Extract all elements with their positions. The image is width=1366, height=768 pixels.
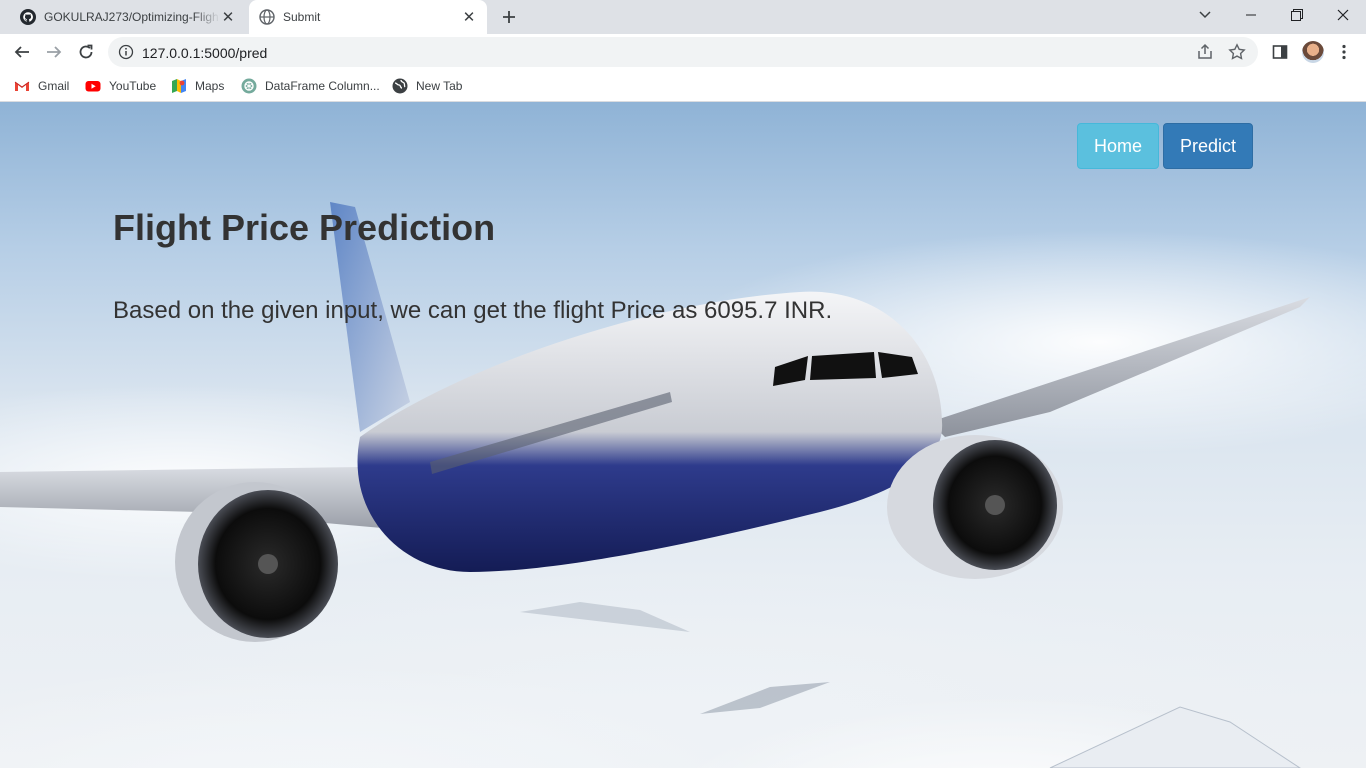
tab-title: GOKULRAJ273/Optimizing-Flight-Price-Pred… xyxy=(44,10,220,24)
close-tab-icon[interactable]: ✕ xyxy=(461,9,477,26)
chevron-down-icon xyxy=(1199,11,1211,19)
airplane-background-image xyxy=(0,202,1310,768)
bookmark-youtube[interactable]: YouTube xyxy=(85,76,156,96)
close-icon xyxy=(1337,9,1349,21)
maps-icon xyxy=(172,79,186,93)
share-icon[interactable] xyxy=(1196,43,1214,61)
page-viewport: Home Predict Flight Price Prediction Bas… xyxy=(0,102,1366,768)
side-panel-icon xyxy=(1272,45,1288,59)
bookmark-label: New Tab xyxy=(416,79,463,93)
youtube-icon xyxy=(85,81,101,92)
openai-icon xyxy=(241,78,257,94)
url-text[interactable]: 127.0.0.1:5000/pred xyxy=(142,45,267,61)
bookmark-maps[interactable]: Maps xyxy=(171,76,224,96)
bookmark-dataframe[interactable]: DataFrame Column... xyxy=(241,76,380,96)
tab-submit[interactable]: Submit ✕ xyxy=(249,0,487,34)
star-icon[interactable] xyxy=(1228,43,1246,61)
bookmark-gmail[interactable]: Gmail xyxy=(14,76,69,96)
back-button[interactable] xyxy=(8,38,36,66)
tab-github[interactable]: GOKULRAJ273/Optimizing-Flight-Price-Pred… xyxy=(8,0,246,34)
gmail-icon xyxy=(14,81,30,91)
side-panel-button[interactable] xyxy=(1266,38,1294,66)
restore-button[interactable] xyxy=(1274,0,1320,30)
reload-button[interactable] xyxy=(72,38,100,66)
forward-button[interactable] xyxy=(40,38,68,66)
bookmark-label: Maps xyxy=(195,79,225,93)
bookmark-label: YouTube xyxy=(109,79,157,93)
prediction-result-text: Based on the given input, we can get the… xyxy=(113,297,833,324)
globe-icon xyxy=(392,78,408,94)
arrow-left-icon xyxy=(14,46,29,58)
close-tab-icon[interactable]: ✕ xyxy=(220,9,236,26)
kebab-menu-icon xyxy=(1342,44,1346,60)
address-bar[interactable]: 127.0.0.1:5000/pred xyxy=(108,37,1258,67)
bookmark-label: Gmail xyxy=(38,79,70,93)
close-window-button[interactable] xyxy=(1320,0,1366,30)
bookmarks-bar: Gmail YouTube Maps DataFrame Column... N… xyxy=(0,70,1366,102)
browser-toolbar: 127.0.0.1:5000/pred xyxy=(0,34,1366,70)
github-icon xyxy=(20,9,36,25)
home-nav-button[interactable]: Home xyxy=(1077,123,1159,169)
restore-icon xyxy=(1291,9,1303,21)
tab-title: Submit xyxy=(283,10,321,24)
plus-icon xyxy=(503,11,515,23)
page-title: Flight Price Prediction xyxy=(113,207,496,248)
new-tab-button[interactable] xyxy=(498,6,520,28)
reload-icon xyxy=(79,44,93,59)
minimize-button[interactable] xyxy=(1228,0,1274,30)
bookmark-label: DataFrame Column... xyxy=(265,79,380,93)
globe-icon xyxy=(259,9,275,25)
bookmark-new-tab[interactable]: New Tab xyxy=(392,76,462,96)
arrow-right-icon xyxy=(47,46,62,58)
predict-nav-button[interactable]: Predict xyxy=(1163,123,1253,169)
profile-avatar[interactable] xyxy=(1302,41,1324,63)
tab-strip: GOKULRAJ273/Optimizing-Flight-Price-Pred… xyxy=(0,0,1366,34)
tab-search-button[interactable] xyxy=(1182,0,1228,30)
menu-button[interactable] xyxy=(1330,38,1358,66)
minimize-icon xyxy=(1246,14,1256,16)
info-icon[interactable] xyxy=(118,44,134,60)
